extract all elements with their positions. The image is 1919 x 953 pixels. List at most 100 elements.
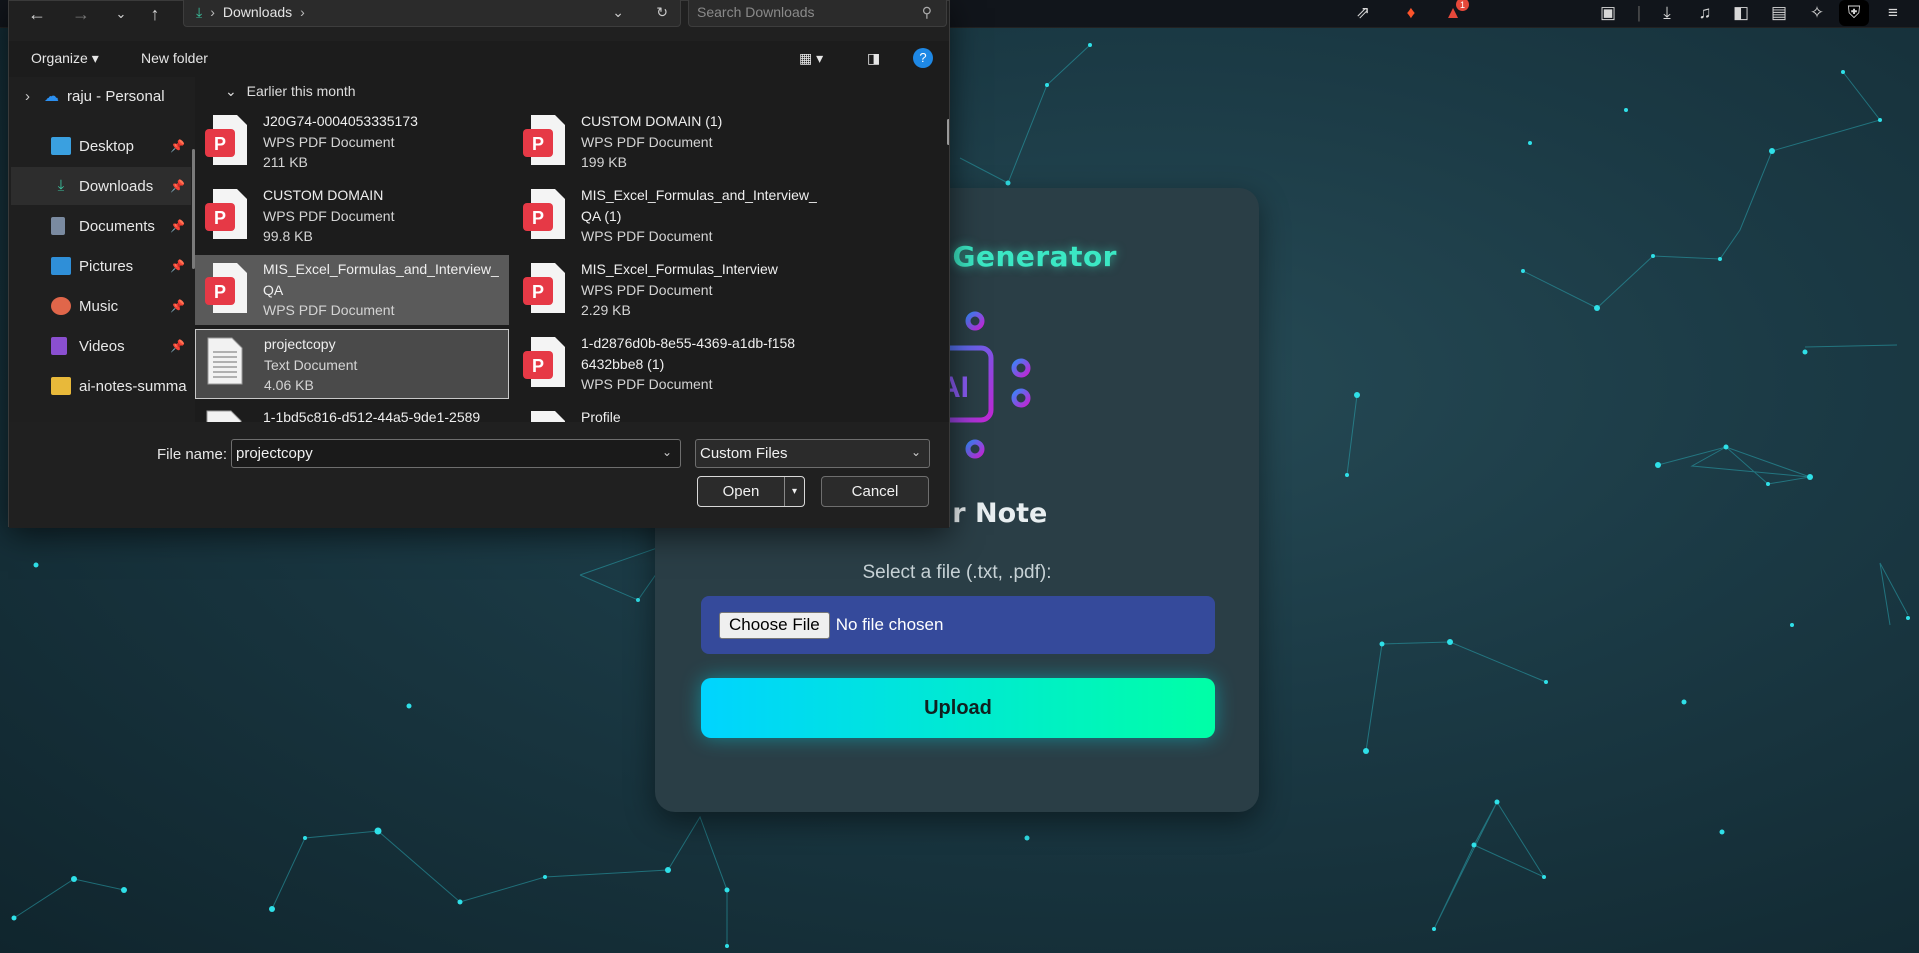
file-name: MIS_Excel_Formulas_and_Interview_ bbox=[263, 261, 499, 277]
pin-icon: 📌 bbox=[170, 259, 185, 273]
search-icon: ⚲ bbox=[921, 3, 932, 20]
nav-item-pictures[interactable]: Pictures 📌 bbox=[11, 247, 191, 285]
nav-item-desktop[interactable]: Desktop 📌 bbox=[11, 127, 191, 165]
nav-item-documents[interactable]: Documents 📌 bbox=[11, 207, 191, 245]
up-arrow-icon[interactable]: ↑ bbox=[139, 1, 171, 27]
nav-item-onedrive[interactable]: › ☁ raju - Personal bbox=[11, 77, 191, 115]
file-size: 99.8 KB bbox=[263, 228, 313, 244]
file-item[interactable]: P 1-d2876d0b-8e55-4369-a1db-f158 6432bbe… bbox=[513, 329, 827, 399]
notification-badge: 1 bbox=[1456, 0, 1469, 11]
file-name: 1-1bd5c816-d512-44a5-9de1-2589 bbox=[263, 409, 481, 422]
file-name: 1-d2876d0b-8e55-4369-a1db-f158 bbox=[581, 335, 796, 351]
nav-item-music[interactable]: Music 📌 bbox=[11, 287, 191, 325]
file-type: WPS PDF Document bbox=[263, 133, 395, 150]
file-name-input[interactable]: projectcopy ⌄ bbox=[231, 439, 681, 468]
pdf-file-icon: P bbox=[521, 335, 569, 391]
svg-text:P: P bbox=[532, 282, 544, 302]
pin-icon: 📌 bbox=[170, 219, 185, 233]
upload-button[interactable]: Upload bbox=[701, 678, 1215, 738]
chevron-down-icon[interactable]: ⌄ bbox=[225, 83, 237, 99]
no-file-text: No file chosen bbox=[835, 615, 944, 634]
share-icon[interactable]: ⇗ bbox=[1348, 0, 1378, 26]
nav-item-videos[interactable]: Videos 📌 bbox=[11, 327, 191, 365]
nav-item-ai-notes[interactable]: ai-notes-summa bbox=[11, 367, 191, 405]
file-name: MIS_Excel_Formulas_Interview bbox=[581, 261, 778, 277]
search-placeholder: Search Downloads bbox=[697, 4, 815, 20]
search-input[interactable]: Search Downloads ⚲ bbox=[688, 0, 947, 27]
file-name: CUSTOM DOMAIN bbox=[263, 187, 384, 203]
nav-item-downloads[interactable]: ⤓ Downloads 📌 bbox=[11, 167, 191, 205]
open-label: Open bbox=[722, 483, 760, 500]
organize-button[interactable]: Organize ▾ bbox=[31, 50, 99, 67]
download-icon: ⤓ bbox=[57, 177, 65, 194]
chevron-down-icon[interactable]: ⌄ bbox=[662, 445, 672, 459]
download-icon[interactable]: ⤓ bbox=[1652, 0, 1682, 26]
back-arrow-icon[interactable]: ← bbox=[21, 1, 53, 27]
rewards-triangle-icon[interactable]: ▲ 1 bbox=[1438, 0, 1469, 26]
music-icon[interactable]: ♫ bbox=[1690, 0, 1720, 26]
pin-icon: 📌 bbox=[170, 179, 185, 193]
pdf-file-icon: P bbox=[521, 113, 569, 169]
file-item[interactable]: 1-1bd5c816-d512-44a5-9de1-2589 bbox=[195, 403, 509, 422]
navigation-pane: › ☁ raju - Personal Desktop 📌 ⤓ Download… bbox=[9, 77, 195, 422]
file-type-select[interactable]: Custom Files ⌄ bbox=[695, 439, 930, 468]
file-item[interactable]: P CUSTOM DOMAIN (1) WPS PDF Document 199… bbox=[513, 107, 827, 177]
preview-pane-icon[interactable]: ◨ bbox=[867, 50, 880, 67]
file-item[interactable]: P Profile bbox=[513, 403, 827, 422]
download-icon: ⤓ bbox=[196, 3, 203, 20]
new-folder-button[interactable]: New folder bbox=[141, 50, 208, 66]
refresh-icon[interactable]: ↻ bbox=[656, 4, 668, 21]
screenshot-icon[interactable]: ▣ bbox=[1593, 0, 1623, 26]
cancel-button[interactable]: Cancel bbox=[821, 476, 929, 507]
svg-text:P: P bbox=[532, 208, 544, 228]
file-item[interactable]: P J20G74-0004053335173 WPS PDF Document … bbox=[195, 107, 509, 177]
file-name-value: projectcopy bbox=[236, 445, 313, 462]
file-size: 2.29 KB bbox=[581, 302, 631, 318]
address-bar[interactable]: ⤓ › Downloads › ⌄ ↻ bbox=[183, 0, 681, 27]
file-type: WPS PDF Document bbox=[581, 376, 713, 392]
chevron-down-icon[interactable]: ⌄ bbox=[612, 4, 624, 21]
pdf-file-icon: P bbox=[203, 261, 251, 317]
open-button[interactable]: Open ▾ bbox=[697, 476, 805, 507]
help-icon[interactable]: ? bbox=[913, 48, 933, 68]
file-item[interactable]: P CUSTOM DOMAIN WPS PDF Document 99.8 KB bbox=[195, 181, 509, 251]
file-name: Profile bbox=[581, 409, 621, 422]
select-file-label: Select a file (.txt, .pdf): bbox=[862, 562, 1052, 583]
view-options-icon[interactable]: ▦ ▾ bbox=[799, 50, 823, 67]
leo-ai-icon[interactable]: ✧ bbox=[1802, 0, 1832, 26]
sidebar-icon[interactable]: ◧ bbox=[1726, 0, 1756, 26]
file-type: WPS PDF Document bbox=[263, 302, 395, 318]
separator: | bbox=[1636, 3, 1642, 22]
file-name-line2: QA bbox=[263, 281, 284, 298]
menu-icon[interactable]: ≡ bbox=[1878, 0, 1908, 26]
choose-file-button[interactable]: Choose File bbox=[719, 611, 830, 639]
group-header[interactable]: ⌄ Earlier this month bbox=[225, 83, 356, 100]
vpn-shield-icon[interactable]: ⛨ bbox=[1839, 0, 1869, 26]
pdf-file-icon: P bbox=[521, 261, 569, 317]
pin-icon: 📌 bbox=[170, 299, 185, 313]
svg-text:P: P bbox=[214, 208, 226, 228]
documents-icon bbox=[51, 217, 65, 235]
recent-chevron-icon[interactable]: ⌄ bbox=[105, 1, 137, 27]
open-dropdown-icon[interactable]: ▾ bbox=[784, 477, 804, 506]
forward-arrow-icon[interactable]: → bbox=[65, 1, 97, 27]
chevron-right-icon[interactable]: › bbox=[25, 88, 30, 105]
file-type-value: Custom Files bbox=[700, 445, 788, 462]
brave-lion-icon[interactable]: ♦ bbox=[1396, 0, 1426, 26]
file-item[interactable]: projectcopy Text Document 4.06 KB bbox=[195, 329, 509, 399]
file-list-scrollbar[interactable] bbox=[947, 119, 949, 145]
file-name-line2: 6432bbe8 (1) bbox=[581, 355, 665, 372]
breadcrumb-separator: › bbox=[210, 4, 215, 20]
file-item[interactable]: P MIS_Excel_Formulas_Interview WPS PDF D… bbox=[513, 255, 827, 325]
file-size: 4.06 KB bbox=[264, 377, 314, 393]
file-type: WPS PDF Document bbox=[581, 281, 713, 298]
wallet-icon[interactable]: ▤ bbox=[1764, 0, 1794, 26]
breadcrumb-downloads[interactable]: Downloads bbox=[223, 4, 292, 20]
file-name: projectcopy bbox=[264, 336, 336, 352]
pin-icon: 📌 bbox=[170, 139, 185, 153]
nav-item-label: raju - Personal bbox=[67, 87, 165, 105]
file-item[interactable]: P MIS_Excel_Formulas_and_Interview_ QA (… bbox=[513, 181, 827, 251]
pin-icon: 📌 bbox=[170, 339, 185, 353]
text-file-icon bbox=[203, 409, 251, 422]
file-item[interactable]: P MIS_Excel_Formulas_and_Interview_ QA W… bbox=[195, 255, 509, 325]
